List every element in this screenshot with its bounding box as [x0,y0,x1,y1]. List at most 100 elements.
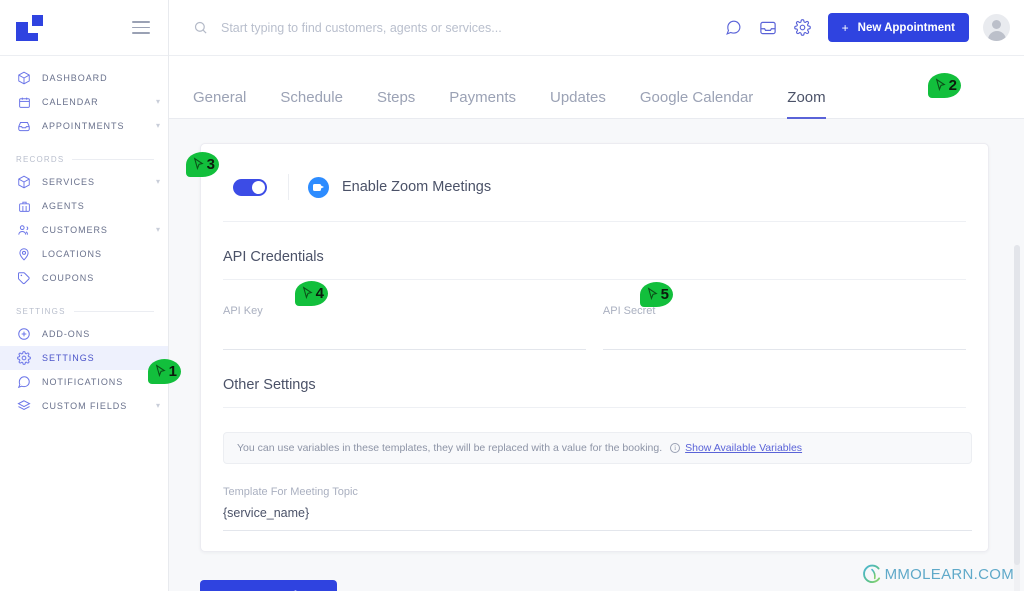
sidebar-item-label: APPOINTMENTS [42,121,125,131]
calendar-icon [16,94,32,110]
variables-info-text: You can use variables in these templates… [237,442,663,454]
avatar-placeholder-icon [983,14,1010,41]
cursor-icon [647,287,658,300]
inbox-icon[interactable] [759,19,777,37]
chevron-down-icon: ▾ [155,121,160,130]
sidebar-item-label: SERVICES [42,177,95,187]
chevron-down-icon: ▾ [155,177,160,186]
plus-circle-icon [16,326,32,342]
sidebar-item-label: NOTIFICATIONS [42,377,124,387]
chat-icon[interactable] [725,19,742,36]
enable-zoom-toggle[interactable] [233,178,267,196]
avatar[interactable] [983,14,1010,41]
zoom-camera-icon [308,176,329,198]
annotation-badge-5: 5 [640,282,673,307]
top-bar: + New Appointment [169,0,1024,56]
sidebar-item-custom-fields[interactable]: CUSTOM FIELDS ▾ [0,394,168,418]
sidebar-item-settings[interactable]: SETTINGS [0,346,168,370]
sidebar-item-label: SETTINGS [42,353,95,363]
sidebar-item-notifications[interactable]: NOTIFICATIONS ▾ [0,370,168,394]
divider [223,279,966,280]
tab-general[interactable]: General [193,89,246,118]
api-key-field[interactable]: API Key [223,305,587,350]
info-icon: i [670,443,681,453]
app-logo-icon [16,14,46,41]
variables-info-box: You can use variables in these templates… [223,432,972,464]
tab-steps[interactable]: Steps [377,89,415,118]
sidebar-section-records: RECORDS [0,148,168,170]
menu-toggle-icon[interactable] [132,21,150,34]
sidebar-section-label: SETTINGS [16,306,66,316]
sidebar-item-add-ons[interactable]: ADD-ONS [0,322,168,346]
gear-icon[interactable] [793,19,811,36]
tab-google-calendar[interactable]: Google Calendar [640,89,753,118]
new-appointment-button[interactable]: + New Appointment [827,13,969,42]
api-key-label: API Key [223,305,263,317]
sidebar-item-appointments[interactable]: APPOINTMENTS ▾ [0,114,168,138]
users-icon [16,222,32,238]
sidebar-item-calendar[interactable]: CALENDAR ▾ [0,90,168,114]
tab-updates[interactable]: Updates [550,89,606,118]
annotation-badge-number: 4 [315,285,324,302]
sidebar-item-label: CUSTOM FIELDS [42,401,128,411]
chevron-down-icon: ▾ [155,225,160,234]
sidebar-section-settings: SETTINGS [0,300,168,322]
tab-schedule[interactable]: Schedule [280,89,343,118]
vertical-scrollbar[interactable] [1014,245,1020,591]
sidebar-header [0,0,168,56]
input-underline [602,349,966,350]
api-key-input[interactable] [223,325,586,340]
sidebar: DASHBOARD CALENDAR ▾ APPOINTMENTS ▾ RECO… [0,0,169,591]
search-icon [193,20,208,35]
meeting-topic-template-field[interactable]: Template For Meeting Topic {service_name… [223,486,972,531]
annotation-badge-number: 3 [206,156,215,173]
sidebar-item-customers[interactable]: CUSTOMERS ▾ [0,218,168,242]
tab-zoom[interactable]: Zoom [787,89,826,119]
annotation-badge-4: 4 [295,281,328,306]
annotation-badge-number: 1 [168,363,177,380]
sidebar-item-label: COUPONS [42,273,95,283]
show-available-variables-link[interactable]: Show Available Variables [685,442,802,454]
search-input[interactable] [221,20,725,35]
topbar-icons [725,19,811,37]
api-credentials-title: API Credentials [223,249,324,265]
sidebar-item-label: LOCATIONS [42,249,102,259]
api-secret-input[interactable] [603,325,966,340]
api-credentials-fields: API Key API Secret [223,305,966,350]
divider [223,221,966,222]
other-settings-title: Other Settings [223,377,316,393]
annotation-badge-3: 3 [186,152,219,177]
content-area: Enable Zoom Meetings API Credentials API… [169,119,1024,591]
input-underline [223,349,587,350]
input-underline [223,530,972,531]
layers-icon [16,398,32,414]
meeting-topic-input[interactable]: {service_name} [223,506,972,521]
sidebar-item-coupons[interactable]: COUPONS [0,266,168,290]
cursor-icon [155,364,166,377]
enable-zoom-row: Enable Zoom Meetings [223,166,966,200]
new-appointment-label: New Appointment [857,21,955,34]
cursor-icon [302,286,313,299]
sidebar-item-services[interactable]: SERVICES ▾ [0,170,168,194]
cube-icon [16,174,32,190]
scrollbar-thumb[interactable] [1014,245,1020,565]
settings-tabs: General Schedule Steps Payments Updates … [169,56,1024,119]
sidebar-item-agents[interactable]: AGENTS [0,194,168,218]
sidebar-item-locations[interactable]: LOCATIONS [0,242,168,266]
cursor-icon [935,78,946,91]
cube-icon [16,70,32,86]
divider [288,174,289,200]
tab-payments[interactable]: Payments [449,89,516,118]
sidebar-item-label: AGENTS [42,201,85,211]
sidebar-item-dashboard[interactable]: DASHBOARD [0,66,168,90]
chevron-down-icon: ▾ [155,97,160,106]
tag-icon [16,270,32,286]
cursor-icon [193,157,204,170]
api-secret-field[interactable]: API Secret [602,305,966,350]
pin-icon [16,246,32,262]
global-search[interactable] [193,20,725,35]
chat-icon [16,374,32,390]
enable-zoom-label: Enable Zoom Meetings [342,179,492,195]
save-settings-button[interactable]: ✔ Save Settings [200,580,338,591]
sidebar-item-label: CUSTOMERS [42,225,108,235]
